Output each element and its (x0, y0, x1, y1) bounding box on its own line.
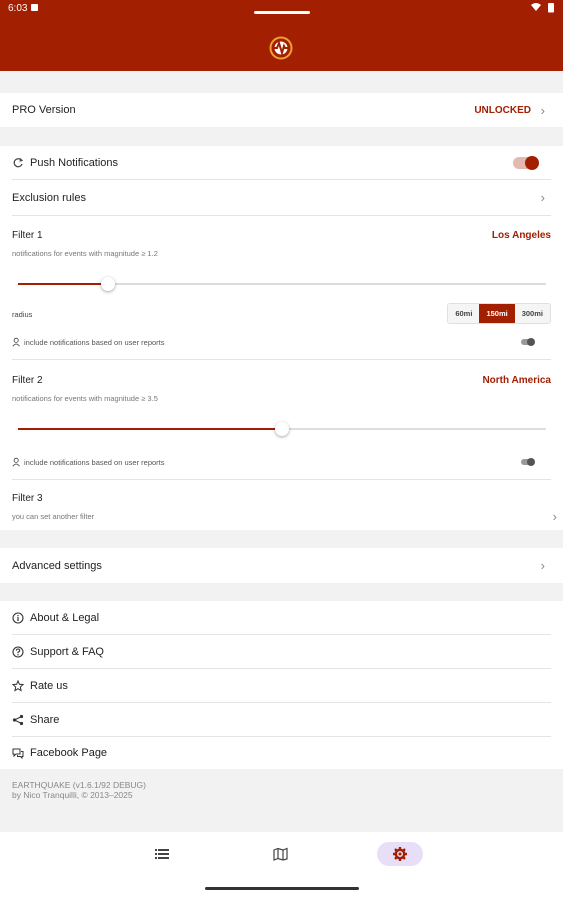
status-time: 6:03 (8, 3, 28, 14)
filter1-title: Filter 1 (12, 229, 43, 241)
facebook-page-row[interactable]: Facebook Page (12, 737, 551, 769)
slider-fill (18, 428, 282, 430)
status-icons (531, 2, 555, 13)
nav-list-tab[interactable] (139, 842, 185, 866)
camera-pill (254, 11, 310, 14)
map-icon (273, 847, 288, 861)
share-icon (12, 714, 24, 726)
share-label: Share (30, 713, 60, 726)
chat-icon (12, 747, 24, 759)
push-notifications-row[interactable]: Push Notifications (12, 146, 551, 179)
exclusion-rules-label: Exclusion rules (12, 191, 86, 204)
version-text: EARTHQUAKE (v1.6.1/92 DEBUG) (12, 780, 146, 790)
filter3-title: Filter 3 (12, 492, 43, 504)
filter3-row[interactable]: Filter 3 (12, 491, 551, 505)
gear-icon (393, 847, 407, 861)
pro-status-value: UNLOCKED (474, 104, 531, 116)
nav-map-tab[interactable] (258, 842, 304, 866)
rate-us-row[interactable]: Rate us (12, 669, 551, 702)
support-faq-row[interactable]: Support & FAQ (12, 635, 551, 668)
filter1-user-reports-label: include notifications based on user repo… (24, 337, 165, 347)
radius-label: radius (12, 309, 33, 319)
push-notifications-label: Push Notifications (30, 156, 119, 169)
app-version-info: EARTHQUAKE (v1.6.1/92 DEBUG) by Nico Tra… (12, 780, 146, 800)
filter2-subtitle: notifications for events with magnitude … (12, 393, 158, 403)
filter1-user-reports-row[interactable]: include notifications based on user repo… (12, 336, 551, 348)
push-notifications-toggle[interactable] (513, 155, 539, 170)
chevron-right-icon: › (540, 558, 545, 573)
filter2-magnitude-slider[interactable] (18, 422, 546, 436)
links-card: About & Legal Support & FAQ Rate us Shar… (0, 601, 563, 769)
about-legal-label: About & Legal (30, 611, 100, 624)
chevron-right-icon: › (540, 190, 545, 205)
notification-badge-icon (31, 4, 38, 11)
copyright-text: by Nico Tranquilli, © 2013–2025 (12, 790, 133, 800)
about-legal-row[interactable]: About & Legal (12, 601, 551, 634)
filter2-title: Filter 2 (12, 374, 43, 386)
app-bar: 6:03 (0, 0, 563, 71)
user-report-icon (12, 337, 22, 347)
filter1-subtitle: notifications for events with magnitude … (12, 248, 158, 258)
notification-refresh-icon (12, 157, 24, 169)
filter2-user-reports-toggle[interactable] (521, 458, 535, 466)
filter3-subtitle: you can set another filter (12, 511, 95, 521)
filter2-header[interactable]: Filter 2 North America (12, 373, 551, 387)
filter2-user-reports-row[interactable]: include notifications based on user repo… (12, 456, 551, 468)
radius-option-150mi[interactable]: 150mi (479, 304, 515, 323)
notifications-card: Push Notifications Exclusion rules › Fil… (0, 146, 563, 530)
list-icon (155, 849, 169, 859)
filter1-location[interactable]: Los Angeles (492, 230, 551, 241)
share-row[interactable]: Share (12, 703, 551, 736)
support-faq-label: Support & FAQ (30, 645, 104, 658)
radius-option-300mi[interactable]: 300mi (514, 304, 550, 323)
info-icon (12, 611, 24, 624)
slider-thumb[interactable] (100, 277, 115, 291)
pro-version-label: PRO Version (12, 104, 76, 116)
battery-icon (548, 3, 554, 13)
radius-selector[interactable]: 60mi 150mi 300mi (447, 303, 551, 324)
radius-option-60mi[interactable]: 60mi (448, 304, 480, 323)
home-indicator[interactable] (205, 887, 359, 890)
slider-thumb[interactable] (275, 422, 289, 436)
wifi-icon (531, 3, 541, 11)
advanced-settings-card[interactable]: Advanced settings › (0, 548, 563, 583)
star-icon (12, 679, 24, 692)
facebook-page-label: Facebook Page (30, 747, 108, 759)
earthquake-logo-icon (269, 36, 293, 60)
exclusion-rules-row[interactable]: Exclusion rules › (12, 180, 551, 215)
user-report-icon (12, 457, 22, 467)
pro-version-card[interactable]: PRO Version UNLOCKED › (0, 93, 563, 127)
filter1-magnitude-slider[interactable] (18, 277, 546, 291)
chevron-right-icon[interactable]: › (553, 509, 557, 524)
filter2-user-reports-label: include notifications based on user repo… (24, 457, 165, 467)
filter1-user-reports-toggle[interactable] (521, 338, 535, 346)
filter1-header[interactable]: Filter 1 Los Angeles (12, 228, 551, 242)
filter2-location[interactable]: North America (482, 375, 551, 386)
nav-settings-tab[interactable] (377, 842, 423, 866)
advanced-settings-label: Advanced settings (12, 559, 102, 572)
slider-fill (18, 283, 108, 285)
chevron-right-icon: › (540, 102, 545, 118)
help-icon (12, 645, 24, 658)
rate-us-label: Rate us (30, 679, 68, 692)
